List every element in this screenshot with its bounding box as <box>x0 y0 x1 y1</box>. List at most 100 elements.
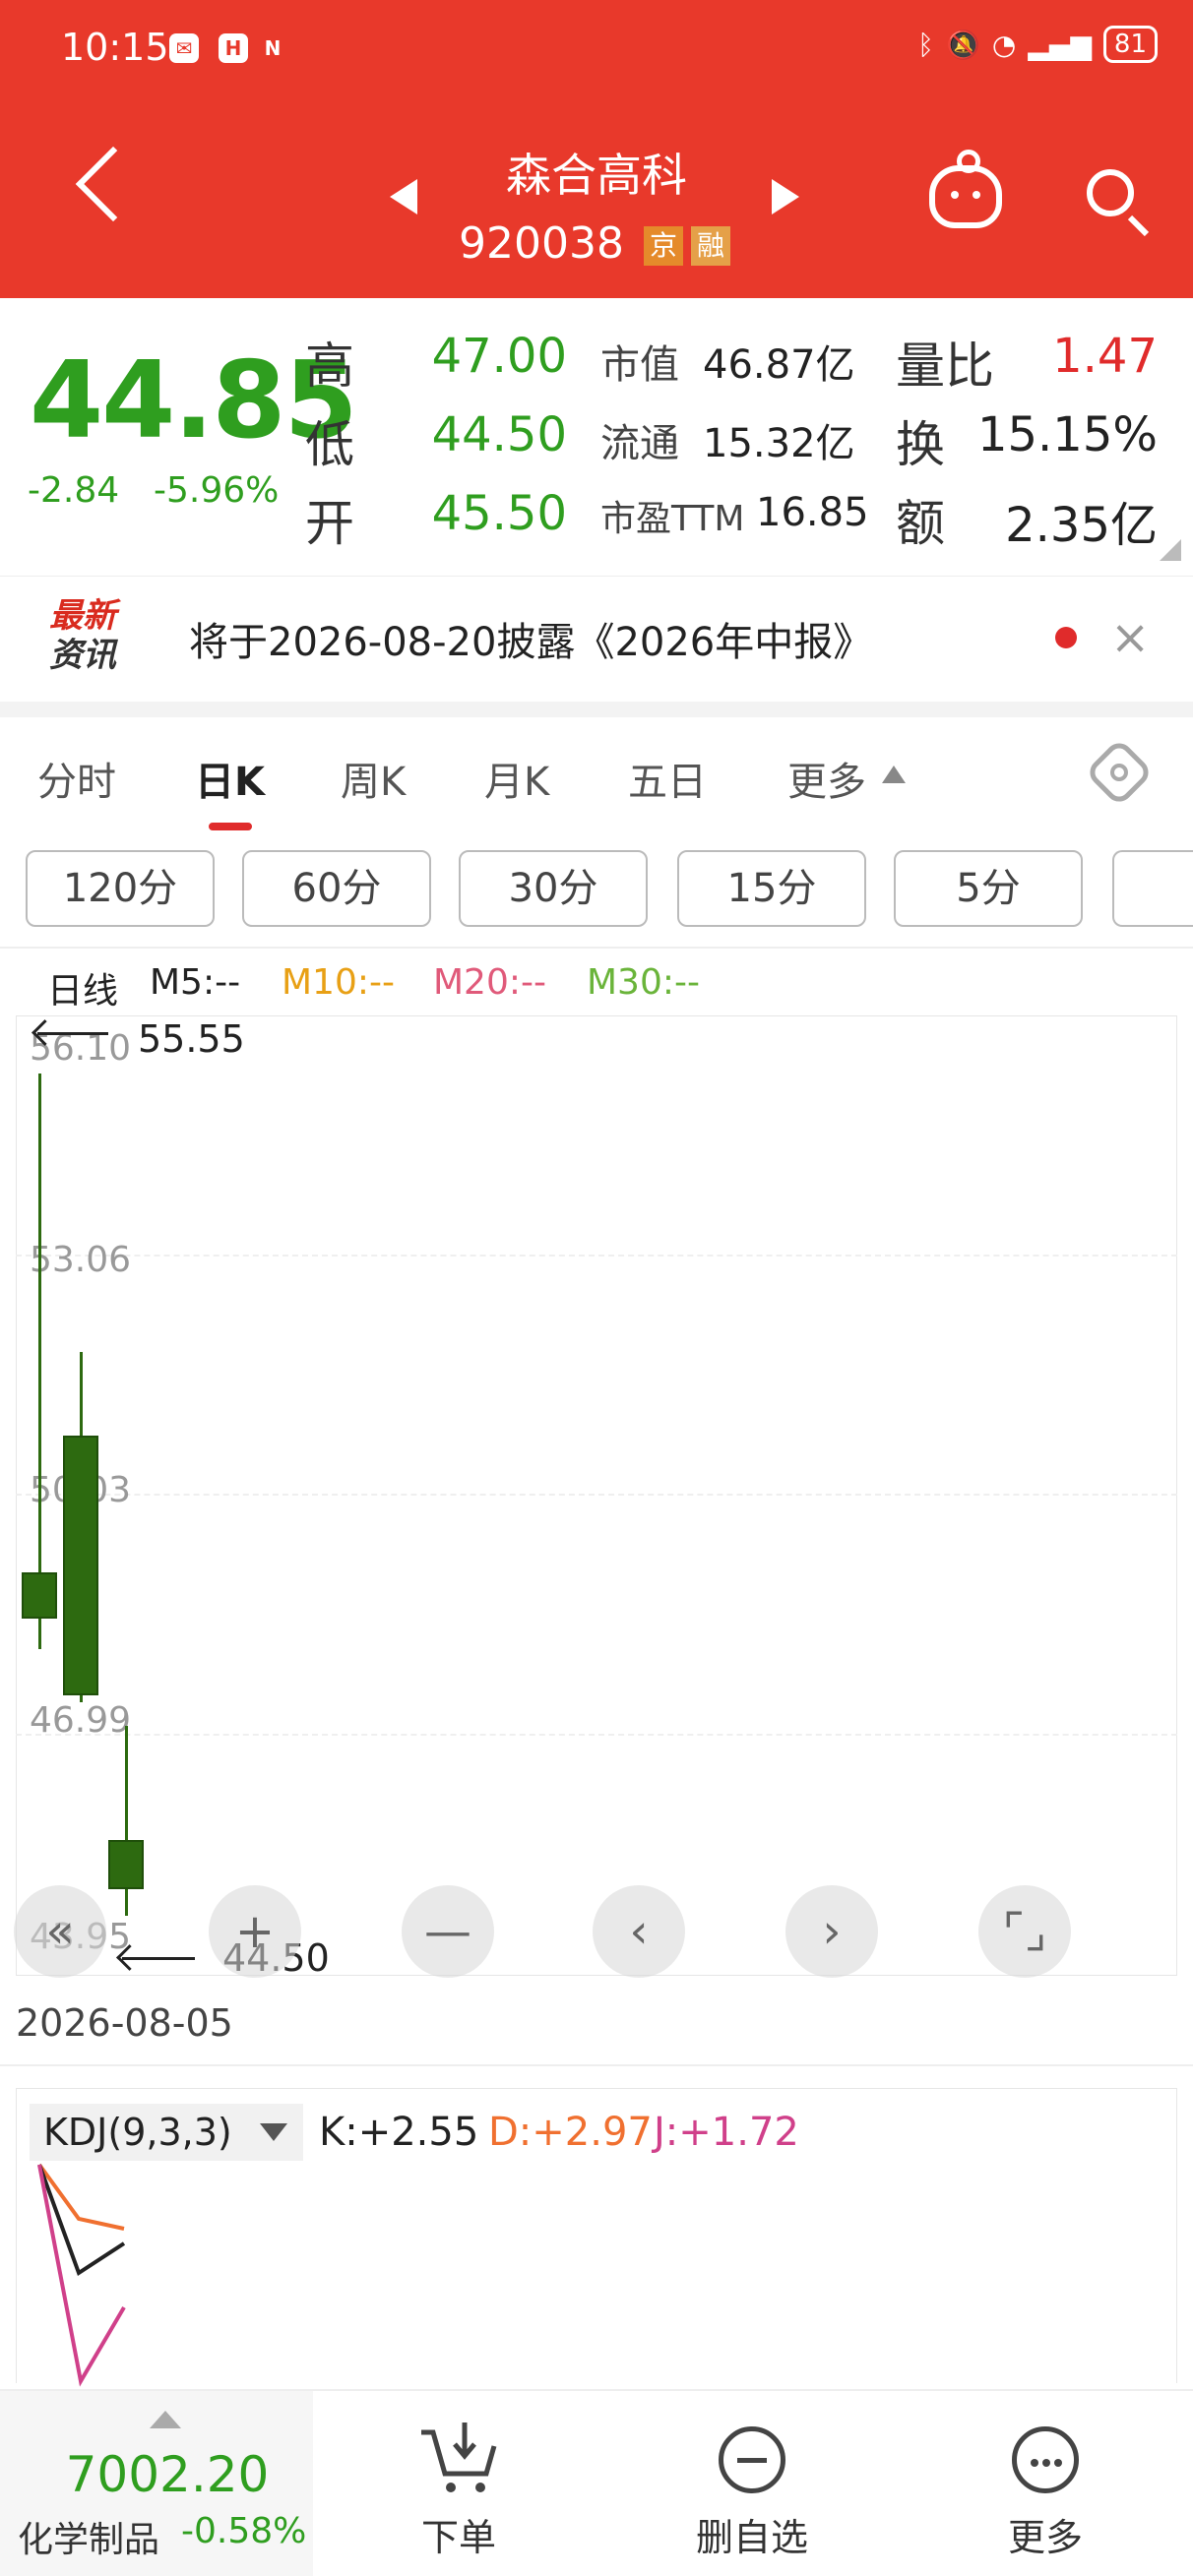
double-chevron-left-icon: « <box>45 1904 75 1959</box>
tab-weekly-k[interactable]: 周K <box>341 750 406 807</box>
market-cap-value: 46.87亿 <box>703 342 855 388</box>
candle-wick <box>38 1073 41 1649</box>
nfc-icon: N <box>264 36 282 60</box>
chevron-right-icon: › <box>822 1904 842 1959</box>
high-annotation: 55.55 <box>138 1017 245 1061</box>
candle-body <box>63 1435 98 1695</box>
period-5min[interactable]: 5分 <box>894 850 1083 927</box>
rewind-button[interactable]: « <box>14 1885 106 1978</box>
indicator-selector[interactable]: KDJ(9,3,3) <box>30 2104 303 2161</box>
sector-index[interactable]: 7002.20 化学制品 -0.58% <box>0 2391 313 2576</box>
kline-chart[interactable] <box>16 1015 1177 1976</box>
header-bar: 10:15 ✉ H N ᛒ 🔕 ◔ ▂▄▆ 81 森合高科 920038 京 融 <box>0 0 1193 298</box>
signal-icon: ▂▄▆ <box>1028 28 1092 61</box>
period-60min[interactable]: 60分 <box>242 850 431 927</box>
scroll-right-button[interactable]: › <box>785 1885 878 1978</box>
margin-tag: 融 <box>691 226 730 266</box>
high-value: 47.00 <box>431 329 567 384</box>
news-logo: 最新 资讯 <box>49 596 138 675</box>
section-divider <box>0 702 1193 717</box>
tab-daily-k[interactable]: 日K <box>195 750 265 807</box>
more-label: 更多 <box>1007 2516 1083 2559</box>
ma-label: 日线 <box>47 971 119 1012</box>
kdj-lines <box>37 2163 126 2387</box>
unread-dot <box>1055 627 1077 648</box>
divider <box>0 947 1193 949</box>
tab-more[interactable]: 更多 <box>787 750 866 807</box>
sector-change-pct: -0.58% <box>181 2511 307 2551</box>
expand-corner-icon[interactable] <box>1160 539 1181 561</box>
stock-name: 森合高科 <box>506 149 687 202</box>
market-cap-label: 市值 <box>600 342 679 388</box>
remove-watchlist-button[interactable]: 删自选 <box>624 2391 880 2576</box>
tab-intraday[interactable]: 分时 <box>37 750 116 807</box>
volume-ratio-label: 量比 <box>896 337 994 395</box>
low-label: 低 <box>305 416 354 473</box>
wifi-icon: ◔ <box>991 28 1017 61</box>
mute-icon: 🔕 <box>945 28 980 61</box>
cart-download-icon <box>421 2423 497 2492</box>
turnover-label: 换 <box>896 416 945 473</box>
indicator-selector-label: KDJ(9,3,3) <box>43 2111 232 2154</box>
ma30: M30:-- <box>587 962 700 1003</box>
more-caret-icon <box>882 766 906 783</box>
news-text: 将于2026-08-20披露《2026年中报》 <box>189 620 873 665</box>
more-button[interactable]: 更多 <box>917 2391 1173 2576</box>
bottom-bar: 7002.20 化学制品 -0.58% 下单 删自选 更多 <box>0 2389 1193 2576</box>
pe-label: 市盈TTM <box>600 499 745 539</box>
remove-watchlist-label: 删自选 <box>695 2516 808 2559</box>
sector-name: 化学制品 <box>18 2520 160 2560</box>
news-banner[interactable]: 最新 资讯 将于2026-08-20披露《2026年中报》 <box>0 576 1193 703</box>
zoom-in-button[interactable]: + <box>209 1885 301 1978</box>
tab-monthly-k[interactable]: 月K <box>484 750 549 807</box>
period-more[interactable] <box>1112 850 1193 927</box>
open-label: 开 <box>305 495 354 552</box>
close-icon[interactable]: × <box>1110 610 1150 665</box>
turnover-value: 15.15% <box>976 407 1158 462</box>
kdj-k-value: K:+2.55 <box>319 2110 479 2155</box>
low-value: 44.50 <box>431 407 567 462</box>
news-logo-top: 最新 <box>49 596 116 636</box>
settings-gear-icon[interactable] <box>1084 737 1155 808</box>
kdj-j-value: J:+1.72 <box>654 2110 799 2155</box>
more-dots-icon <box>1012 2426 1079 2493</box>
volume-ratio-value: 1.47 <box>1052 329 1158 384</box>
tab-five-day[interactable]: 五日 <box>628 750 707 807</box>
search-icon[interactable] <box>1087 169 1134 216</box>
candle-body <box>108 1839 144 1890</box>
minus-circle-icon <box>719 2426 785 2493</box>
y-tick: 53.06 <box>30 1240 132 1280</box>
next-stock-button[interactable] <box>772 179 799 215</box>
app-notification-icon: H <box>219 33 248 63</box>
period-120min[interactable]: 120分 <box>26 850 215 927</box>
order-button[interactable]: 下单 <box>331 2391 587 2576</box>
gridline <box>16 1734 1177 1736</box>
amount-label: 额 <box>896 495 945 552</box>
news-logo-bottom: 资讯 <box>49 636 116 675</box>
status-right: ᛒ 🔕 ◔ ▂▄▆ 81 <box>917 26 1158 63</box>
period-30min[interactable]: 30分 <box>459 850 648 927</box>
period-15min[interactable]: 15分 <box>677 850 866 927</box>
minus-icon: — <box>424 1904 471 1959</box>
price-change: -2.84 <box>28 470 120 511</box>
high-label: 高 <box>305 337 354 395</box>
high-arrow <box>37 1032 108 1035</box>
open-value: 45.50 <box>431 486 567 541</box>
order-label: 下单 <box>420 2516 496 2559</box>
scroll-left-button[interactable]: ‹ <box>593 1885 685 1978</box>
status-time: 10:15 <box>61 26 169 69</box>
kdj-d-value: D:+2.97 <box>488 2110 653 2155</box>
fullscreen-button[interactable]: ⌜⌟ <box>978 1885 1071 1978</box>
divider <box>0 2064 1193 2066</box>
float-cap-label: 流通 <box>600 421 679 466</box>
chart-date: 2026-08-05 <box>16 2001 233 2045</box>
fullscreen-icon: ⌜⌟ <box>1002 1904 1047 1959</box>
candle-body <box>22 1572 57 1619</box>
zoom-out-button[interactable]: — <box>402 1885 494 1978</box>
float-cap-value: 15.32亿 <box>703 421 855 466</box>
amount-value: 2.35亿 <box>1005 498 1158 553</box>
robot-assistant-icon[interactable] <box>929 150 1002 228</box>
bluetooth-icon: ᛒ <box>917 28 934 61</box>
low-arrow <box>122 1957 195 1960</box>
exchange-tag: 京 <box>644 226 683 266</box>
